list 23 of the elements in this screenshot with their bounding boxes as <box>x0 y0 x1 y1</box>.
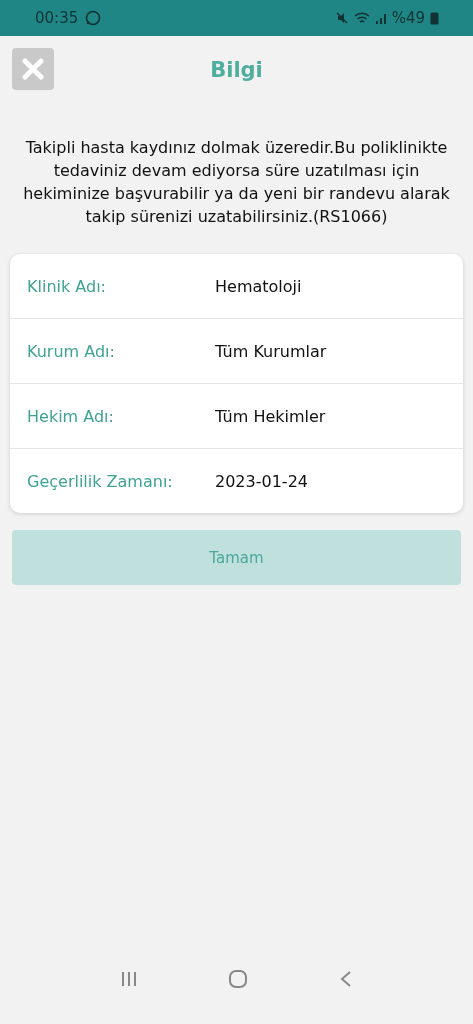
chat-icon <box>85 10 102 26</box>
mute-icon <box>334 11 349 25</box>
status-time: 00:35 <box>35 9 79 27</box>
close-icon <box>22 58 44 80</box>
field-value: Tüm Kurumlar <box>215 341 327 361</box>
field-label: Hekim Adı: <box>27 406 115 426</box>
field-value: Hematoloji <box>215 276 302 296</box>
signal-icon <box>374 11 387 25</box>
back-icon[interactable] <box>338 970 353 988</box>
info-message: Takipli hasta kaydınız dolmak üzeredir.Bu poliklinikte tedaviniz devam ediyorsa süre uzatılması için hekiminize başvurabilir ya da yeni bir randevu alarak takip sürenizi uzatabilirsiniz.(RS1066) <box>22 137 451 228</box>
close-button[interactable] <box>12 48 54 90</box>
field-value: 2023-01-24 <box>215 471 308 491</box>
field-label: Klinik Adı: <box>27 276 107 296</box>
ok-button[interactable]: Tamam <box>12 530 461 585</box>
recent-apps-icon[interactable] <box>120 971 139 987</box>
field-label: Kurum Adı: <box>27 341 116 361</box>
battery-level: %49 <box>391 9 425 27</box>
wifi-icon <box>353 11 370 25</box>
field-label: Geçerlilik Zamanı: <box>27 471 174 491</box>
field-value: Tüm Hekimler <box>215 406 326 426</box>
home-icon[interactable] <box>228 969 249 989</box>
battery-icon <box>430 11 439 25</box>
dialog-title: Bilgi <box>210 58 263 82</box>
